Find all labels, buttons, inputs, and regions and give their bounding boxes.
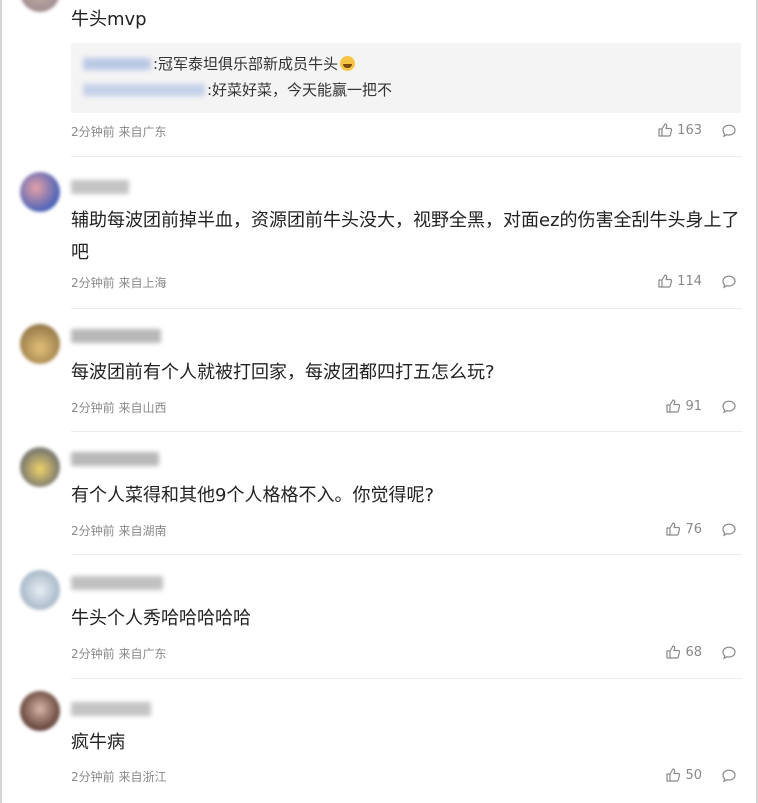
comment-item: 每波团前有个人就被打回家，每波团都四打五怎么玩? 2分钟前 来自山西 91 (0, 309, 758, 432)
avatar[interactable] (20, 172, 60, 212)
avatar[interactable] (20, 691, 60, 731)
username[interactable] (71, 180, 129, 194)
comment-item: 疯牛病 2分钟前 来自浙江 50 (0, 679, 758, 803)
comment-meta: 2分钟前 来自山西 (71, 401, 167, 415)
comment-bubble-icon[interactable] (721, 274, 737, 290)
like-count: 76 (685, 521, 702, 537)
comment-meta: 2分钟前 来自广东 (71, 125, 167, 139)
comment-meta: 2分钟前 来自浙江 (71, 770, 167, 784)
like-count: 68 (685, 644, 702, 660)
thumbs-up-icon (666, 645, 681, 659)
comment-text: 牛头mvp (71, 9, 147, 30)
comment-bubble-icon[interactable] (721, 399, 737, 415)
thumbs-up-icon (658, 123, 673, 137)
comment-text: 辅助每波团前掉半血，资源团前牛头没大，视野全黑，对面ez的伤害全刮牛头身上了吧 (71, 210, 740, 263)
comment-meta: 2分钟前 来自广东 (71, 647, 167, 661)
like-button[interactable]: 50 (665, 767, 702, 783)
like-count: 91 (685, 398, 702, 414)
like-button[interactable]: 163 (657, 122, 702, 138)
comment-bubble-icon[interactable] (721, 768, 737, 784)
like-button[interactable]: 91 (665, 398, 702, 414)
comment-text: 每波团前有个人就被打回家，每波团都四打五怎么玩? (71, 362, 495, 383)
username[interactable] (71, 452, 159, 466)
like-button[interactable]: 76 (665, 521, 702, 537)
comment-meta: 2分钟前 来自上海 (71, 276, 167, 290)
thumbs-up-icon (666, 522, 681, 536)
quoted-username[interactable] (83, 83, 205, 96)
quoted-username[interactable] (83, 57, 151, 70)
laugh-cry-emoji-icon (340, 56, 356, 71)
like-count: 50 (685, 767, 702, 783)
quote-text: :好菜好菜，今天能赢一把不 (207, 81, 393, 99)
quote-text: :冠军泰坦俱乐部新成员牛头 (153, 55, 339, 73)
comment-meta: 2分钟前 来自湖南 (71, 524, 167, 538)
comment-item: 辅助每波团前掉半血，资源团前牛头没大，视野全黑，对面ez的伤害全刮牛头身上了吧 … (0, 157, 758, 309)
username[interactable] (71, 329, 161, 343)
like-button[interactable]: 114 (657, 273, 702, 289)
avatar[interactable] (20, 570, 60, 610)
comment-bubble-icon[interactable] (721, 522, 737, 538)
quote-line: :冠军泰坦俱乐部新成员牛头 (83, 53, 356, 74)
like-button[interactable]: 68 (665, 644, 702, 660)
comment-bubble-icon[interactable] (721, 645, 737, 661)
comment-text: 疯牛病 (71, 732, 125, 753)
comment-item: 有个人菜得和其他9个人格格不入。你觉得呢? 2分钟前 来自湖南 76 (0, 432, 758, 555)
reply-quote: :冠军泰坦俱乐部新成员牛头 :好菜好菜，今天能赢一把不 (71, 43, 741, 113)
quote-line: :好菜好菜，今天能赢一把不 (83, 79, 392, 100)
comment-bubble-icon[interactable] (721, 123, 737, 139)
username[interactable] (71, 576, 163, 590)
avatar[interactable] (20, 0, 60, 12)
comment-item: 牛头个人秀哈哈哈哈哈 2分钟前 来自广东 68 (0, 555, 758, 679)
like-count: 114 (677, 273, 702, 289)
comment-text: 牛头个人秀哈哈哈哈哈 (71, 608, 251, 629)
username[interactable] (71, 702, 151, 716)
comment-text: 有个人菜得和其他9个人格格不入。你觉得呢? (71, 485, 435, 506)
thumbs-up-icon (666, 399, 681, 413)
like-count: 163 (677, 122, 702, 138)
comment-item: 牛头mvp :冠军泰坦俱乐部新成员牛头 :好菜好菜，今天能赢一把不 2分钟前 来… (0, 0, 758, 157)
avatar[interactable] (20, 447, 60, 487)
avatar[interactable] (20, 324, 60, 364)
thumbs-up-icon (666, 768, 681, 782)
thumbs-up-icon (658, 274, 673, 288)
